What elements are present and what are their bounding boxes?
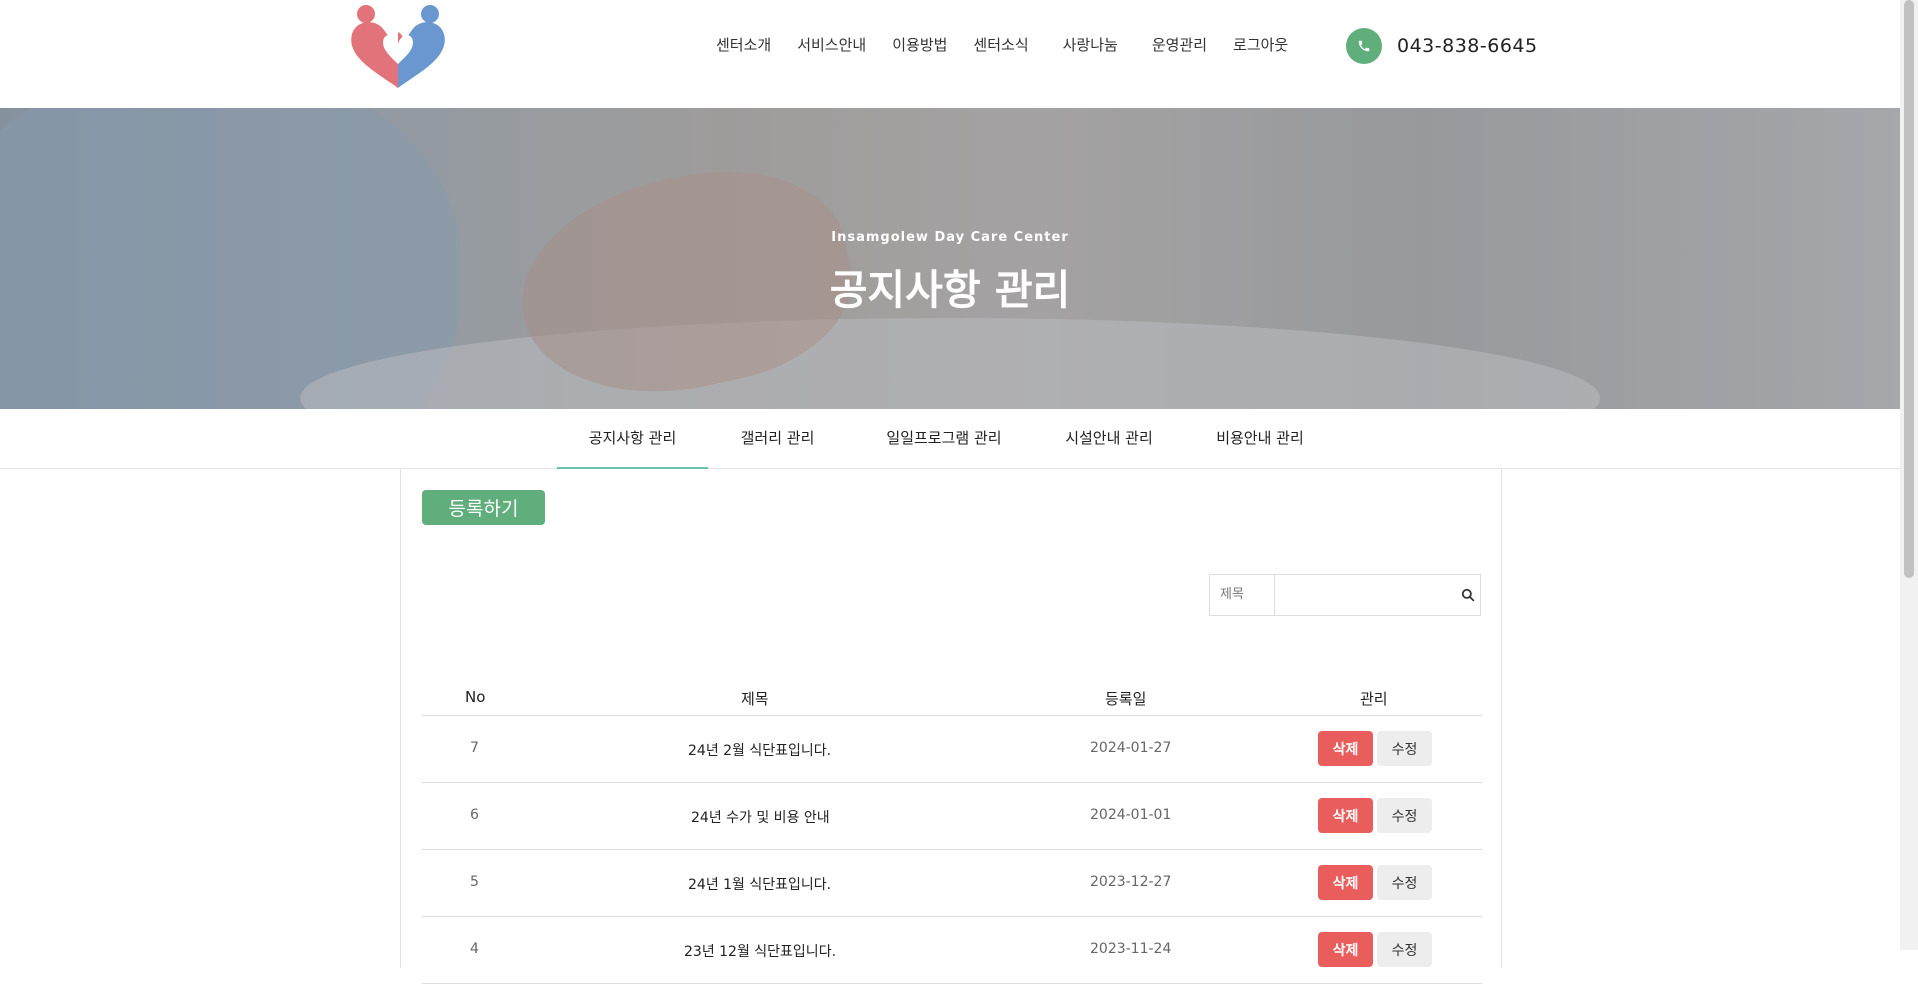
- delete-button[interactable]: 삭제: [1318, 865, 1373, 900]
- page-scrollbar[interactable]: [1900, 0, 1918, 950]
- delete-button[interactable]: 삭제: [1318, 731, 1373, 766]
- table-row: 4 23년 12월 식단표입니다. 2023-11-24 삭제 수정: [422, 917, 1482, 984]
- tab-notice-management[interactable]: 공지사항 관리: [557, 409, 708, 469]
- search-input[interactable]: [1275, 575, 1456, 615]
- nav-item-center-news[interactable]: 센터소식: [973, 34, 1028, 55]
- phone-icon: [1346, 28, 1382, 64]
- admin-tabs: 공지사항 관리 갤러리 관리 일일프로그램 관리 시설안내 관리 비용안내 관리: [0, 409, 1900, 469]
- tab-daily-program-management[interactable]: 일일프로그램 관리: [880, 409, 1008, 468]
- row-date: 2024-01-27: [1090, 740, 1172, 756]
- page-title: 공지사항 관리: [829, 266, 1071, 314]
- notice-table: No 제목 등록일 관리 7 24년 2월 식단표입니다. 2024-01-27…: [422, 688, 1482, 984]
- row-date: 2024-01-01: [1090, 807, 1172, 823]
- nav-item-operation-management[interactable]: 운영관리: [1152, 34, 1207, 55]
- nav-item-center-intro[interactable]: 센터소개: [716, 34, 771, 55]
- row-number: 4: [470, 941, 479, 957]
- phone-number: 043-838-6645: [1397, 35, 1538, 57]
- row-number: 7: [470, 740, 479, 756]
- edit-button[interactable]: 수정: [1377, 731, 1432, 766]
- search-icon: [1461, 588, 1475, 602]
- tab-gallery-management[interactable]: 갤러리 관리: [735, 409, 820, 468]
- search-box: 제목: [1209, 574, 1481, 616]
- row-title[interactable]: 24년 수가 및 비용 안내: [691, 807, 830, 827]
- hero-banner: Insamgolew Day Care Center 공지사항 관리: [0, 108, 1900, 409]
- site-header: 센터소개 서비스안내 이용방법 센터소식 사랑나눔 운영관리 로그아웃 043-…: [0, 0, 1900, 108]
- tab-cost-management[interactable]: 비용안내 관리: [1207, 409, 1313, 468]
- edit-button[interactable]: 수정: [1377, 865, 1432, 900]
- delete-button[interactable]: 삭제: [1318, 798, 1373, 833]
- tab-facility-management[interactable]: 시설안내 관리: [1056, 409, 1162, 468]
- row-number: 5: [470, 874, 479, 890]
- nav-item-logout[interactable]: 로그아웃: [1233, 34, 1288, 55]
- row-title[interactable]: 24년 1월 식단표입니다.: [688, 874, 831, 894]
- table-row: 5 24년 1월 식단표입니다. 2023-12-27 삭제 수정: [422, 850, 1482, 917]
- column-header-manage: 관리: [1360, 690, 1388, 708]
- edit-button[interactable]: 수정: [1377, 798, 1432, 833]
- table-row: 6 24년 수가 및 비용 안내 2024-01-01 삭제 수정: [422, 783, 1482, 850]
- table-header: No 제목 등록일 관리: [422, 688, 1482, 716]
- column-header-date: 등록일: [1105, 690, 1147, 708]
- heart-logo[interactable]: [346, 2, 450, 90]
- phone-contact: 043-838-6645: [1346, 28, 1538, 64]
- nav-item-how-to-use[interactable]: 이용방법: [892, 34, 947, 55]
- scrollbar-thumb[interactable]: [1904, 0, 1914, 578]
- search-button[interactable]: [1455, 575, 1480, 615]
- row-date: 2023-11-24: [1090, 941, 1172, 957]
- hero-subtitle: Insamgolew Day Care Center: [831, 230, 1069, 245]
- nav-item-service-guide[interactable]: 서비스안내: [797, 34, 866, 55]
- row-title[interactable]: 23년 12월 식단표입니다.: [684, 941, 836, 961]
- column-header-no: No: [465, 688, 486, 706]
- table-row: 7 24년 2월 식단표입니다. 2024-01-27 삭제 수정: [422, 716, 1482, 783]
- row-number: 6: [470, 807, 479, 823]
- register-button[interactable]: 등록하기: [422, 490, 545, 525]
- search-field-select[interactable]: 제목: [1210, 575, 1276, 615]
- row-date: 2023-12-27: [1090, 874, 1172, 890]
- main-nav: 센터소개 서비스안내 이용방법 센터소식 사랑나눔 운영관리 로그아웃: [716, 34, 1314, 55]
- notice-content: 등록하기 제목 No 제목 등록일 관리 7 24년 2월 식단표입니다. 20…: [400, 468, 1502, 984]
- column-header-title: 제목: [741, 690, 769, 708]
- nav-item-love-sharing[interactable]: 사랑나눔: [1063, 34, 1118, 55]
- row-title[interactable]: 24년 2월 식단표입니다.: [688, 740, 831, 760]
